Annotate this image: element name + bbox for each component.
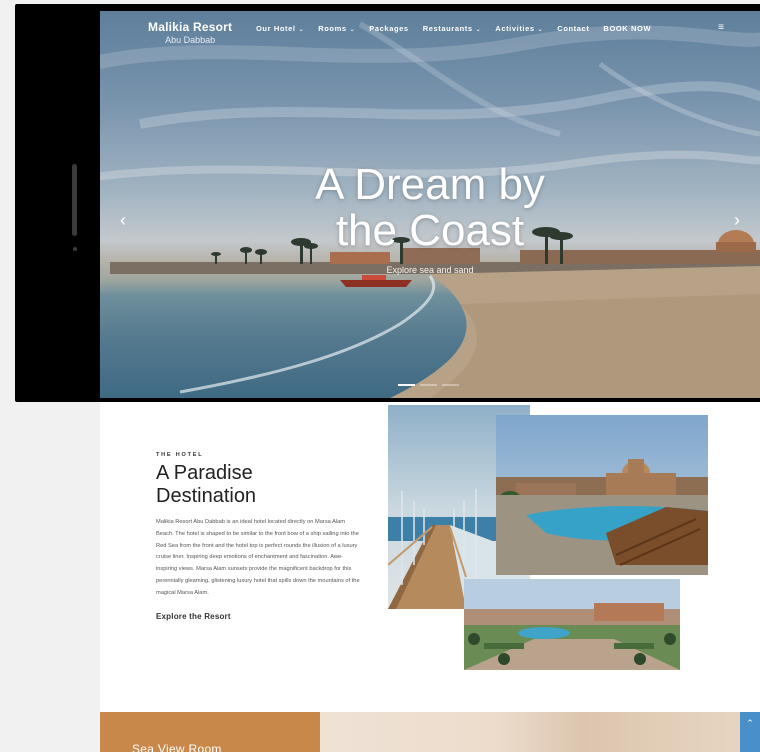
section-title-line-2: Destination (156, 485, 257, 507)
slider-pagination (398, 384, 459, 386)
hero-title: A Dream by the Coast (100, 162, 760, 254)
brand-name: Malikia Resort (148, 20, 233, 34)
slider-dot[interactable] (398, 384, 415, 386)
nav-item-contact[interactable]: Contact (557, 24, 589, 33)
nav-item-label: Restaurants (422, 24, 473, 33)
main-navigation: Malikia Resort Abu Dabbab Our Hotel ⌄ Room… (100, 20, 760, 50)
hero-slider: Malikia Resort Abu Dabbab Our Hotel ⌄ Room… (100, 4, 760, 398)
room-preview-strip: Sea View Room (100, 712, 760, 752)
web-page: Malikia Resort Abu Dabbab Our Hotel ⌄ Room… (100, 4, 760, 752)
hero-subtitle: Explore sea and sand (386, 265, 474, 275)
slider-dot[interactable] (420, 384, 437, 386)
section-title: A Paradise Destination (156, 462, 366, 508)
screen: Malikia Resort Abu Dabbab Our Hotel ⌄ Room… (0, 0, 760, 752)
hero-top-edge (100, 4, 760, 11)
nav-menu: Our Hotel ⌄ Rooms ⌄ Packages Restaurants ⌄ Acti… (256, 24, 665, 33)
nav-item-label: Packages (369, 24, 409, 33)
nav-item-label: Activities (495, 24, 535, 33)
slider-dot[interactable] (442, 384, 459, 386)
device-bezel (15, 4, 105, 402)
brand-subtitle: Abu Dabbab (165, 35, 216, 45)
nav-item-label: Contact (557, 24, 590, 33)
nav-item-label: Rooms (318, 24, 347, 33)
hero-title-line-2: the Coast (335, 206, 525, 255)
section-kicker: THE HOTEL (156, 452, 204, 458)
nav-item-rooms[interactable]: Rooms ⌄ (318, 24, 355, 33)
nav-item-label: Our Hotel (256, 24, 296, 33)
chevron-down-icon: ⌄ (475, 27, 482, 33)
section-body: Malikia Resort Abu Dabbab is an ideal ho… (156, 519, 360, 596)
nav-item-restaurants[interactable]: Restaurants ⌄ (423, 24, 482, 33)
pool-photo (496, 415, 708, 575)
garden-photo (464, 579, 680, 670)
section-title-line-1: A Paradise (156, 462, 253, 484)
nav-item-packages[interactable]: Packages (369, 24, 408, 33)
hotel-intro: THE HOTEL A Paradise Destination Malikia… (156, 452, 366, 624)
chevron-down-icon: ⌄ (298, 27, 305, 33)
scroll-to-top-button[interactable]: ⌃ (740, 712, 760, 752)
hero-bottom-edge (100, 398, 760, 402)
nav-item-our-hotel[interactable]: Our Hotel ⌄ (256, 24, 304, 33)
nav-item-activities[interactable]: Activities ⌄ (495, 24, 543, 33)
hamburger-icon[interactable]: ≡ (718, 22, 724, 33)
chevron-down-icon: ⌄ (349, 27, 356, 33)
device-dot (73, 247, 77, 251)
device-slot (72, 164, 77, 236)
nav-item-label: BOOK NOW (603, 24, 652, 33)
nav-item-book-now[interactable]: BOOK NOW (603, 24, 651, 33)
chevron-down-icon: ⌄ (537, 27, 544, 33)
room-photo (320, 712, 760, 752)
brand-logo[interactable]: Malikia Resort Abu Dabbab (148, 20, 232, 45)
room-title[interactable]: Sea View Room (132, 742, 222, 752)
hero-title-line-1: A Dream by (315, 160, 545, 209)
explore-resort-link[interactable]: Explore the Resort (156, 612, 231, 621)
